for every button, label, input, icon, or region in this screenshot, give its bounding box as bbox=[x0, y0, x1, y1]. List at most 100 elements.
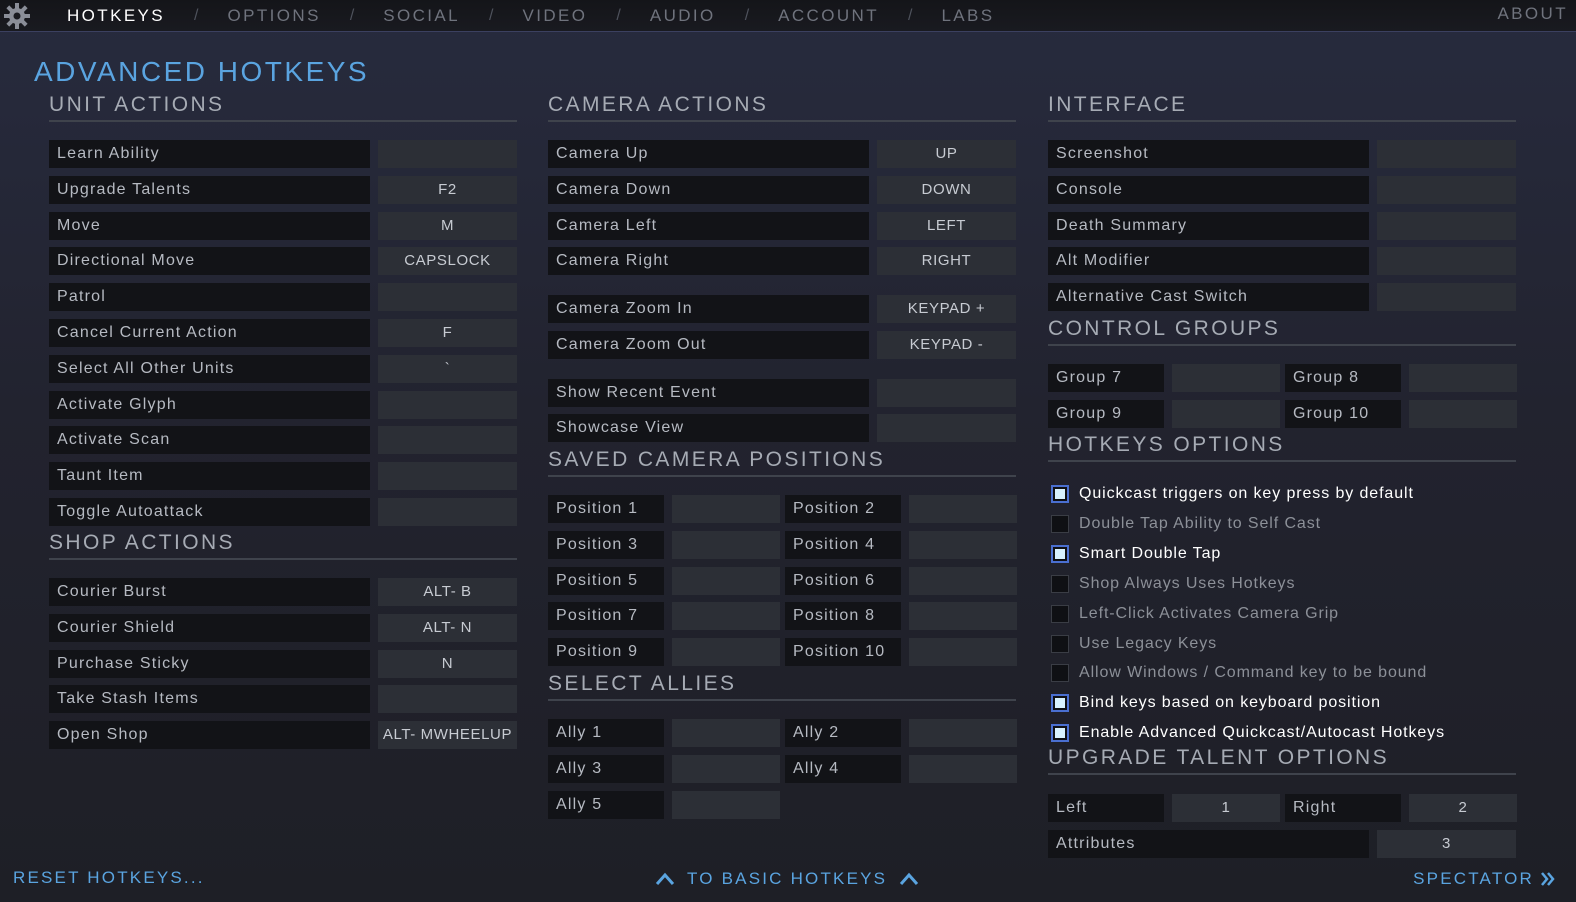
unit-action-key[interactable] bbox=[378, 462, 517, 491]
camera-action-key[interactable] bbox=[877, 414, 1016, 442]
unit-action-key[interactable] bbox=[378, 390, 517, 419]
camera-action-key[interactable]: UP bbox=[877, 140, 1016, 168]
shop-action-key[interactable]: ALT- MWHEELUP bbox=[378, 721, 517, 750]
unit-action-key[interactable]: CAPSLOCK bbox=[378, 247, 517, 276]
camera-position-key[interactable] bbox=[909, 638, 1017, 667]
unit-action-label: Learn Ability bbox=[49, 140, 370, 168]
camera-action-key[interactable]: LEFT bbox=[877, 212, 1016, 240]
checkbox-unchecked[interactable] bbox=[1051, 574, 1069, 593]
hotkey-option-label: Quickcast triggers on key press by defau… bbox=[1079, 485, 1414, 502]
unit-action-key[interactable] bbox=[378, 283, 517, 312]
control-group-key[interactable] bbox=[1409, 364, 1517, 392]
interface-action-key[interactable] bbox=[1377, 283, 1516, 312]
camera-position-key[interactable] bbox=[909, 566, 1017, 595]
shop-action-key[interactable]: N bbox=[378, 649, 517, 678]
interface-action-key[interactable] bbox=[1377, 175, 1516, 204]
ally-key[interactable] bbox=[909, 754, 1017, 783]
control-group-key[interactable] bbox=[1172, 400, 1280, 428]
hotkey-option[interactable]: Use Legacy Keys bbox=[1051, 632, 1217, 656]
nav-tab-options[interactable]: OPTIONS bbox=[228, 6, 321, 26]
camera-position-label: Position 4 bbox=[785, 530, 901, 559]
camera-position-key[interactable] bbox=[672, 530, 780, 559]
unit-action-key[interactable] bbox=[378, 426, 517, 455]
unit-action-key[interactable]: F2 bbox=[378, 175, 517, 204]
ally-label: Ally 2 bbox=[785, 719, 901, 747]
camera-position-label: Position 3 bbox=[548, 530, 664, 559]
nav-about[interactable]: ABOUT bbox=[1497, 4, 1568, 24]
checkbox-checked[interactable] bbox=[1051, 485, 1069, 503]
chevron-up-icon bbox=[655, 872, 675, 885]
hotkey-option[interactable]: Allow Windows / Command key to be bound bbox=[1051, 661, 1427, 685]
interface-action-key[interactable] bbox=[1377, 247, 1516, 276]
talent-right-key[interactable]: 2 bbox=[1409, 794, 1517, 822]
nav-tab-hotkeys[interactable]: HOTKEYS bbox=[67, 6, 165, 26]
checkbox-unchecked[interactable] bbox=[1051, 634, 1069, 653]
checkbox-checked[interactable] bbox=[1051, 694, 1069, 713]
to-basic-hotkeys-button[interactable]: TO BASIC HOTKEYS bbox=[655, 866, 919, 892]
ally-label: Ally 1 bbox=[548, 719, 664, 747]
ally-key[interactable] bbox=[672, 719, 780, 747]
control-group-key[interactable] bbox=[1172, 364, 1280, 392]
hotkey-option-label: Left-Click Activates Camera Grip bbox=[1079, 604, 1339, 622]
camera-position-key[interactable] bbox=[672, 638, 780, 667]
nav-tab-social[interactable]: SOCIAL bbox=[383, 6, 460, 26]
camera-position-key[interactable] bbox=[909, 495, 1017, 523]
interface-action-key[interactable] bbox=[1377, 211, 1516, 240]
reset-hotkeys-button[interactable]: RESET HOTKEYS... bbox=[13, 868, 205, 888]
nav-tab-labs[interactable]: LABS bbox=[941, 6, 994, 26]
hotkey-option[interactable]: Enable Advanced Quickcast/Autocast Hotke… bbox=[1051, 721, 1445, 745]
camera-action-key[interactable]: KEYPAD + bbox=[877, 295, 1016, 323]
checkbox-unchecked[interactable] bbox=[1051, 514, 1069, 533]
unit-action-key[interactable] bbox=[378, 140, 517, 168]
spectator-button[interactable]: SPECTATOR bbox=[1413, 866, 1556, 892]
shop-action-key[interactable] bbox=[378, 685, 517, 714]
camera-action-key[interactable]: KEYPAD - bbox=[877, 331, 1016, 359]
hotkey-option[interactable]: Bind keys based on keyboard position bbox=[1051, 691, 1381, 715]
ally-label: Ally 3 bbox=[548, 754, 664, 783]
hotkey-option-label: Bind keys based on keyboard position bbox=[1079, 694, 1381, 712]
hotkey-option[interactable]: Left-Click Activates Camera Grip bbox=[1051, 602, 1339, 626]
camera-position-key[interactable] bbox=[672, 602, 780, 631]
camera-position-key[interactable] bbox=[672, 566, 780, 595]
hotkey-option[interactable]: Smart Double Tap bbox=[1051, 542, 1221, 566]
camera-action-key[interactable] bbox=[877, 379, 1016, 407]
interface-action-key[interactable] bbox=[1377, 140, 1516, 168]
talent-attributes-label: Attributes bbox=[1048, 830, 1369, 858]
shop-action-key[interactable]: ALT- B bbox=[378, 578, 517, 606]
talent-left-key[interactable]: 1 bbox=[1172, 794, 1280, 822]
ally-key[interactable] bbox=[909, 719, 1017, 747]
hotkey-option-label: Enable Advanced Quickcast/Autocast Hotke… bbox=[1079, 724, 1445, 742]
unit-action-label: Upgrade Talents bbox=[49, 175, 370, 204]
hotkey-option-label: Shop Always Uses Hotkeys bbox=[1079, 574, 1296, 592]
camera-position-key[interactable] bbox=[672, 495, 780, 523]
control-group-key[interactable] bbox=[1409, 400, 1517, 428]
talent-attributes-key[interactable]: 3 bbox=[1377, 830, 1516, 858]
camera-action-key[interactable]: DOWN bbox=[877, 176, 1016, 204]
unit-action-key[interactable] bbox=[378, 498, 517, 526]
nav-tab-audio[interactable]: AUDIO bbox=[650, 6, 716, 26]
checkbox-checked[interactable] bbox=[1051, 544, 1069, 563]
checkbox-unchecked[interactable] bbox=[1051, 664, 1069, 683]
camera-action-key[interactable]: RIGHT bbox=[877, 247, 1016, 275]
unit-action-key[interactable]: M bbox=[378, 211, 517, 240]
shop-action-label: Open Shop bbox=[49, 721, 370, 750]
hotkey-option[interactable]: Double Tap Ability to Self Cast bbox=[1051, 512, 1321, 536]
camera-position-key[interactable] bbox=[909, 530, 1017, 559]
nav-tab-video[interactable]: VIDEO bbox=[522, 6, 587, 26]
checkbox-checked[interactable] bbox=[1051, 724, 1069, 743]
ally-label: Ally 4 bbox=[785, 754, 901, 783]
ally-key[interactable] bbox=[672, 754, 780, 783]
camera-position-key[interactable] bbox=[909, 602, 1017, 631]
unit-action-key[interactable]: ` bbox=[378, 354, 517, 383]
settings-gear-icon[interactable] bbox=[0, 0, 34, 32]
camera-action-label: Camera Zoom In bbox=[548, 295, 869, 323]
checkbox-unchecked[interactable] bbox=[1051, 604, 1069, 623]
hotkey-option[interactable]: Shop Always Uses Hotkeys bbox=[1051, 572, 1295, 596]
nav-tab-account[interactable]: ACCOUNT bbox=[778, 6, 879, 26]
control-group-label: Group 8 bbox=[1285, 364, 1401, 392]
camera-position-label: Position 7 bbox=[548, 602, 664, 631]
unit-action-key[interactable]: F bbox=[378, 319, 517, 347]
hotkey-option[interactable]: Quickcast triggers on key press by defau… bbox=[1051, 482, 1414, 506]
shop-action-key[interactable]: ALT- N bbox=[378, 613, 517, 642]
ally-key[interactable] bbox=[672, 790, 780, 819]
